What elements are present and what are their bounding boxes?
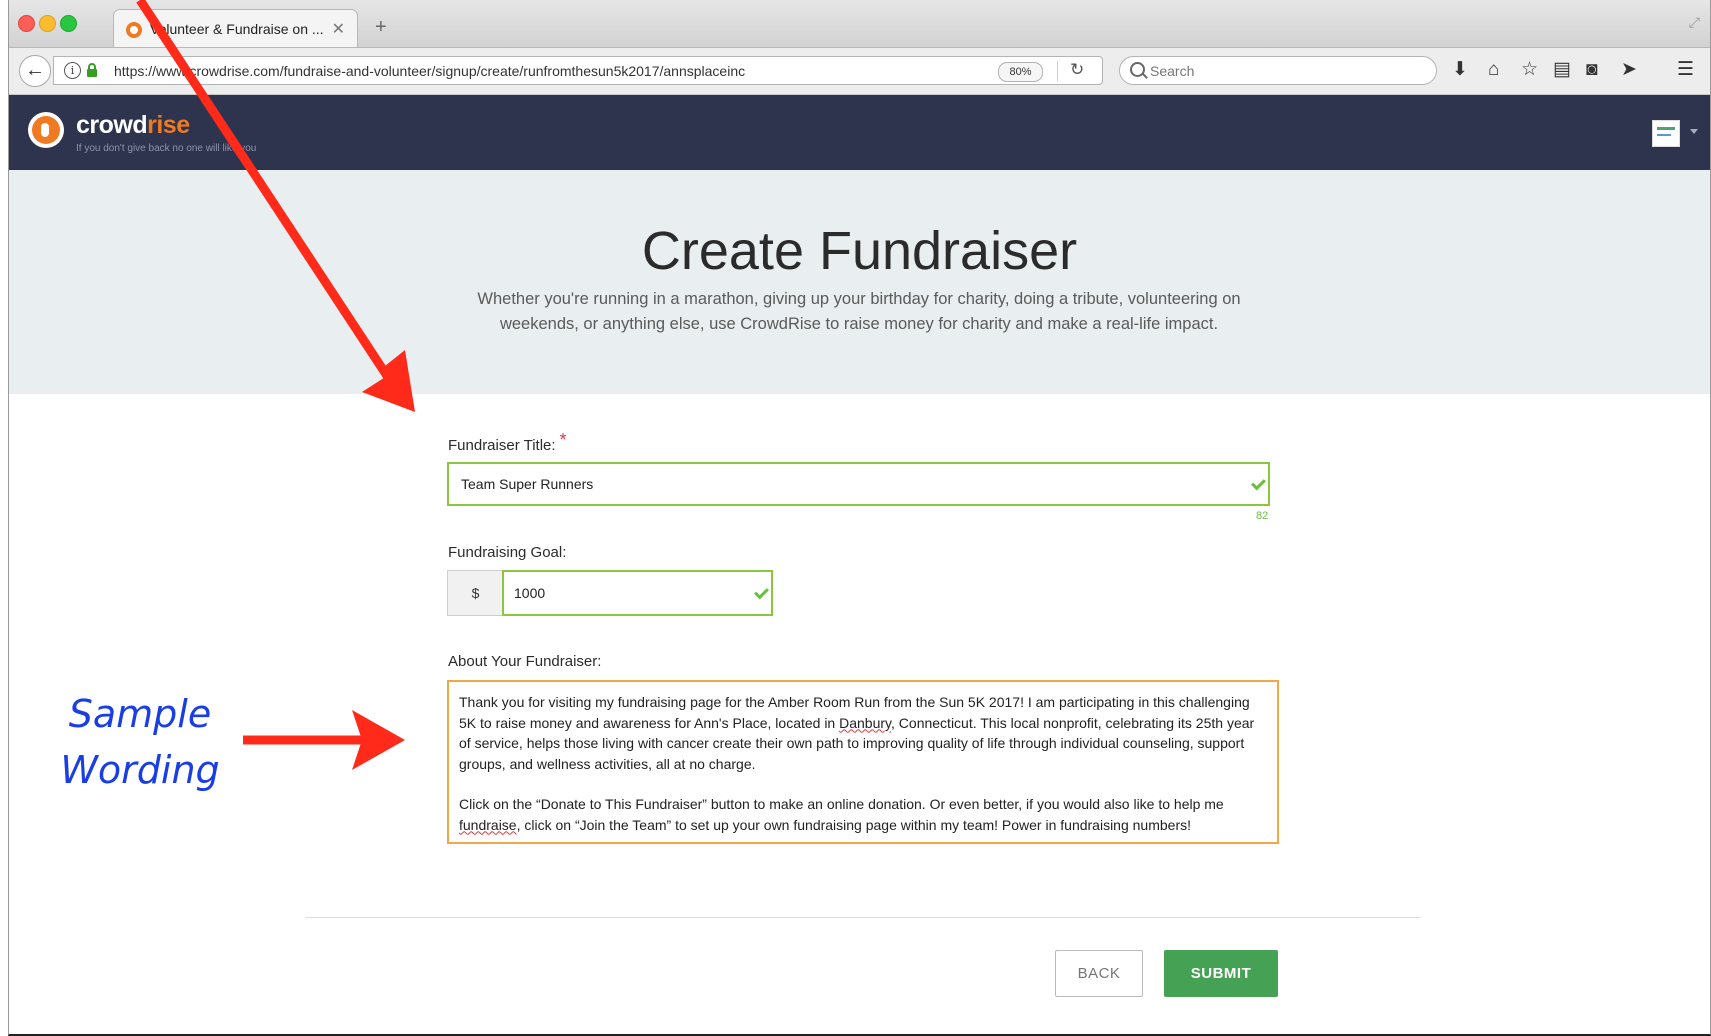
- annotation-arrows: [136, 0, 415, 770]
- diagonal-arrow: [136, 0, 415, 412]
- horizontal-arrow: [243, 710, 405, 770]
